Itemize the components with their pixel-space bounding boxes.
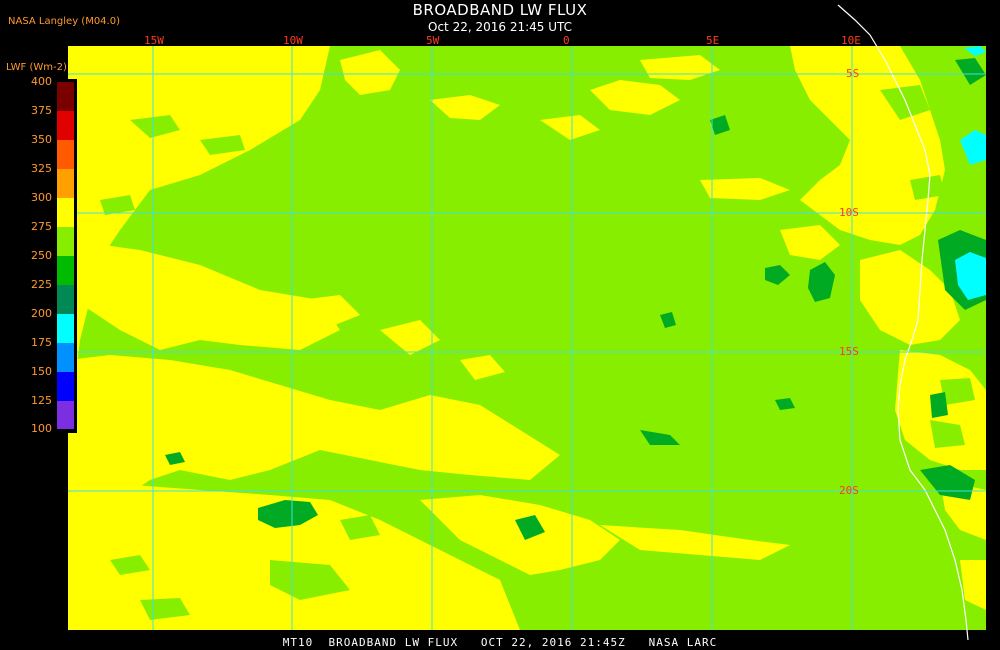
colorbar-title: LWF (Wm-2) xyxy=(6,62,67,73)
longitude-label: 0 xyxy=(563,34,570,47)
latitude-label: 5S xyxy=(846,67,860,80)
colorbar-label: 200 xyxy=(31,307,52,320)
colorbar-label: 225 xyxy=(31,278,52,291)
longitude-label: 15W xyxy=(144,34,164,47)
latitude-label: 20S xyxy=(839,484,859,497)
colorbar-label: 150 xyxy=(31,365,52,378)
colorbar-label: 325 xyxy=(31,162,52,175)
colorbar-label: 350 xyxy=(31,133,52,146)
colorbar-label: 100 xyxy=(31,422,52,435)
flux-map xyxy=(53,4,986,641)
colorbar xyxy=(53,79,77,433)
longitude-label: 10W xyxy=(283,34,303,47)
colorbar-label: 375 xyxy=(31,104,52,117)
longitude-label: 5E xyxy=(706,34,720,47)
longitude-label: 5W xyxy=(426,34,440,47)
latitude-label: 10S xyxy=(839,206,859,219)
colorbar-label: 125 xyxy=(31,394,52,407)
longitude-label: 10E xyxy=(841,34,861,47)
colorbar-label: 250 xyxy=(31,249,52,262)
colorbar-label: 175 xyxy=(31,336,52,349)
colorbar-label: 400 xyxy=(31,75,52,88)
colorbar-label: 275 xyxy=(31,220,52,233)
latitude-label: 15S xyxy=(839,345,859,358)
colorbar-label: 300 xyxy=(31,191,52,204)
footer-caption: MT10 BROADBAND LW FLUX OCT 22, 2016 21:4… xyxy=(282,636,718,649)
